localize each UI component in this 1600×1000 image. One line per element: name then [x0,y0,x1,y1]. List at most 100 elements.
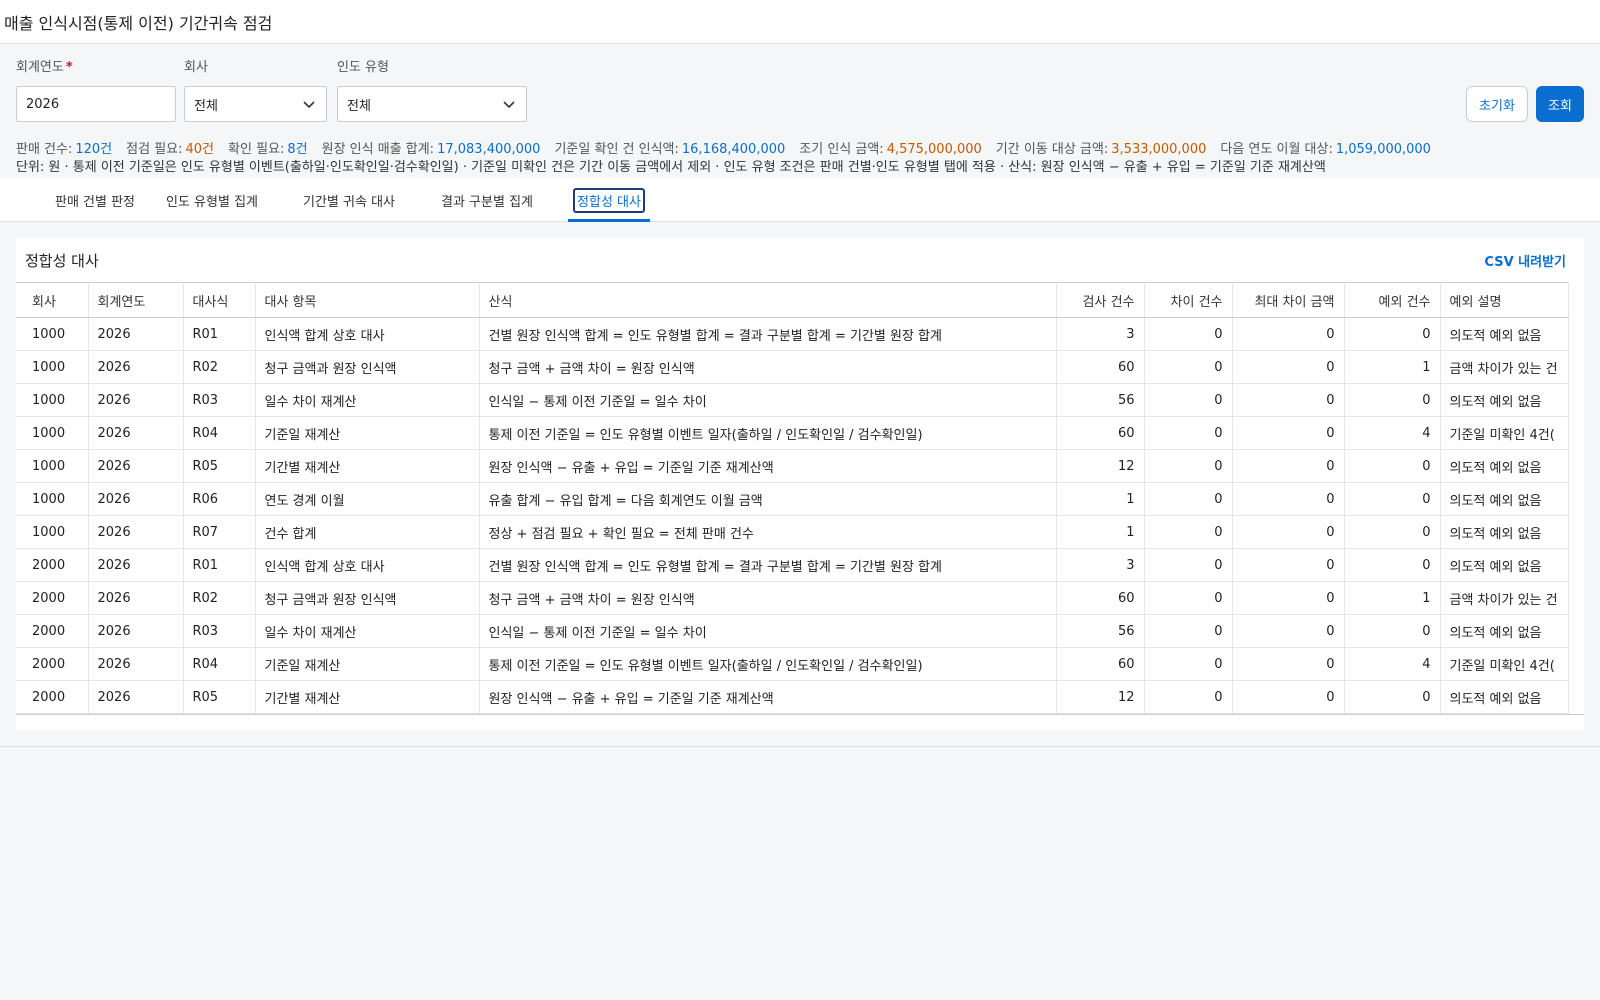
table-cell: 0 [1144,449,1233,483]
table-cell: 2026 [88,581,184,615]
tab-delivery-type[interactable]: 인도 유형별 집계 [154,178,270,222]
chevron-down-icon [303,101,315,109]
table-cell: 1000 [16,383,89,417]
table-cell: R04 [183,647,256,681]
table-cell: 청구 금액 + 금액 차이 = 원장 인식액 [479,350,1057,384]
year-label: 회계연도 * [16,60,73,75]
delivery-type-value: 전체 [347,98,371,114]
table-cell: 금액 차이가 있는 건 [1440,581,1569,615]
summary-label: 다음 연도 이월 대상: [1220,142,1333,157]
summary-label: 기준일 확인 건 인식액: [554,142,679,157]
table-cell: 2026 [88,317,184,351]
summary-item: 확인 필요: 8건 [228,142,308,157]
table-cell: 0 [1344,317,1441,351]
table-cell: 금액 차이가 있는 건 [1440,350,1569,384]
table-cell: 의도적 예외 없음 [1440,317,1569,351]
table-cell: 0 [1144,680,1233,714]
delivery-type-label: 인도 유형 [337,60,389,75]
summary-label: 기간 이동 대상 금액: [995,142,1109,157]
csv-download-link[interactable]: CSV 내려받기 [1484,251,1566,270]
table-cell: R02 [183,581,256,615]
col-header[interactable]: 예외 설명 [1440,282,1569,318]
table-row[interactable]: 2000 2026 R04 기준일 재계산 통제 이전 기준일 = 인도 유형별 이벤트… [16,647,1569,681]
table-cell: 0 [1144,383,1233,417]
table-cell: 2026 [88,482,184,516]
col-header[interactable]: 대사식 [183,282,256,318]
year-input[interactable]: 2026 [16,86,176,122]
table-cell: 2026 [88,416,184,450]
table-cell: 0 [1144,614,1233,648]
table-row[interactable]: 2000 2026 R01 인식액 합계 상호 대사 건별 원장 인식액 합계 = 인도… [16,548,1569,582]
table-row[interactable]: 2000 2026 R02 청구 금액과 원장 인식액 청구 금액 + 금액 차이 = … [16,581,1569,615]
table-cell: 0 [1232,317,1345,351]
table-cell: 2026 [88,350,184,384]
table-row[interactable]: 1000 2026 R03 일수 차이 재계산 인식일 − 통제 이전 기준일 = 일수… [16,383,1569,417]
table-row[interactable]: 2000 2026 R03 일수 차이 재계산 인식일 − 통제 이전 기준일 = 일수… [16,614,1569,648]
panel-title: 정합성 대사 [25,251,99,270]
delivery-type-select[interactable]: 전체 [337,86,527,122]
summary-value: 40건 [185,142,215,157]
table-row[interactable]: 1000 2026 R06 연도 경계 이월 유출 합계 − 유입 합계 = 다음 회계… [16,482,1569,516]
table-cell: 0 [1232,581,1345,615]
table-cell: 0 [1344,548,1441,582]
col-header[interactable]: 예외 건수 [1344,282,1441,318]
table-cell: 60 [1056,647,1145,681]
table-row[interactable]: 1000 2026 R01 인식액 합계 상호 대사 건별 원장 인식액 합계 = 인도… [16,317,1569,351]
table-cell: 유출 합계 − 유입 합계 = 다음 회계연도 이월 금액 [479,482,1057,516]
table-cell: 4 [1344,647,1441,681]
summary-item: 기간 이동 대상 금액: 3,533,000,000 [996,142,1207,157]
tab-label: 인도 유형별 집계 [166,194,258,210]
reset-button[interactable]: 초기화 [1466,86,1528,122]
table-row[interactable]: 1000 2026 R04 기준일 재계산 통제 이전 기준일 = 인도 유형별 이벤트… [16,416,1569,450]
col-header[interactable]: 차이 건수 [1144,282,1233,318]
company-select[interactable]: 전체 [184,86,327,122]
table-cell: 12 [1056,680,1145,714]
col-header[interactable]: 최대 차이 금액 [1232,282,1345,318]
table-cell: 0 [1144,350,1233,384]
col-header[interactable]: 검사 건수 [1056,282,1145,318]
tab-bar: 판매 건별 판정 인도 유형별 집계 기간별 귀속 대사 결과 구분별 집계 정… [0,178,1600,222]
table-row[interactable]: 1000 2026 R07 건수 합계 정상 + 점검 필요 + 확인 필요 = 전체 … [16,515,1569,549]
table-cell: 원장 인식액 − 유출 + 유입 = 기준일 기준 재계산액 [479,449,1057,483]
col-header[interactable]: 산식 [479,282,1057,318]
table-cell: 0 [1232,515,1345,549]
company-label: 회사 [184,60,208,75]
summary-value: 3,533,000,000 [1111,142,1207,157]
table-cell: 0 [1344,449,1441,483]
table-row[interactable]: 1000 2026 R05 기간별 재계산 원장 인식액 − 유출 + 유입 = 기준일… [16,449,1569,483]
table-cell: 0 [1232,350,1345,384]
table-row[interactable]: 1000 2026 R02 청구 금액과 원장 인식액 청구 금액 + 금액 차이 = … [16,350,1569,384]
table-cell: 2000 [16,647,89,681]
table-cell: 3 [1056,548,1145,582]
summary-note: 단위: 원 · 통제 이전 기준일은 인도 유형별 이벤트(출하일·인도확인일·… [16,160,1326,175]
col-header[interactable]: 회계연도 [88,282,184,318]
table-cell: 0 [1144,317,1233,351]
col-header[interactable]: 대사 항목 [255,282,480,318]
tab-sales-case[interactable]: 판매 건별 판정 [28,178,162,222]
search-button[interactable]: 조회 [1536,86,1584,122]
table-cell: 0 [1232,416,1345,450]
page-title: 매출 인식시점(통제 이전) 기간귀속 점검 [4,13,273,33]
summary-bar: 판매 건수: 120건 점검 필요: 40건 확인 필요: 8건 원장 인식 매출 합계: 1… [16,141,1586,177]
table-cell: 1 [1056,482,1145,516]
table-cell: 0 [1144,548,1233,582]
tab-period[interactable]: 기간별 귀속 대사 [288,178,410,222]
table-cell: 인식일 − 통제 이전 기준일 = 일수 차이 [479,383,1057,417]
table-cell: 청구 금액과 원장 인식액 [255,581,480,615]
table-cell: 1 [1344,350,1441,384]
summary-label: 점검 필요: [126,142,183,157]
summary-value: 1,059,000,000 [1335,142,1431,157]
tab-consistency[interactable]: 정합성 대사 [568,178,650,222]
summary-value: 8건 [287,142,308,157]
summary-label: 원장 인식 매출 합계: [321,142,435,157]
tab-label: 기간별 귀속 대사 [303,194,395,210]
tab-result-type[interactable]: 결과 구분별 집계 [428,178,546,222]
table-body: 1000 2026 R01 인식액 합계 상호 대사 건별 원장 인식액 합계 = 인도… [16,317,1569,714]
table-row[interactable]: 2000 2026 R05 기간별 재계산 원장 인식액 − 유출 + 유입 = 기준일… [16,680,1569,714]
table-cell: 원장 인식액 − 유출 + 유입 = 기준일 기준 재계산액 [479,680,1057,714]
table-cell: 0 [1144,581,1233,615]
table-cell: 1 [1344,581,1441,615]
col-header[interactable]: 회사 [16,282,89,318]
table-header-row: 회사 회계연도 대사식 대사 항목 산식 검사 건수 차이 건수 최대 차이 금… [16,282,1569,318]
table-cell: 0 [1144,647,1233,681]
